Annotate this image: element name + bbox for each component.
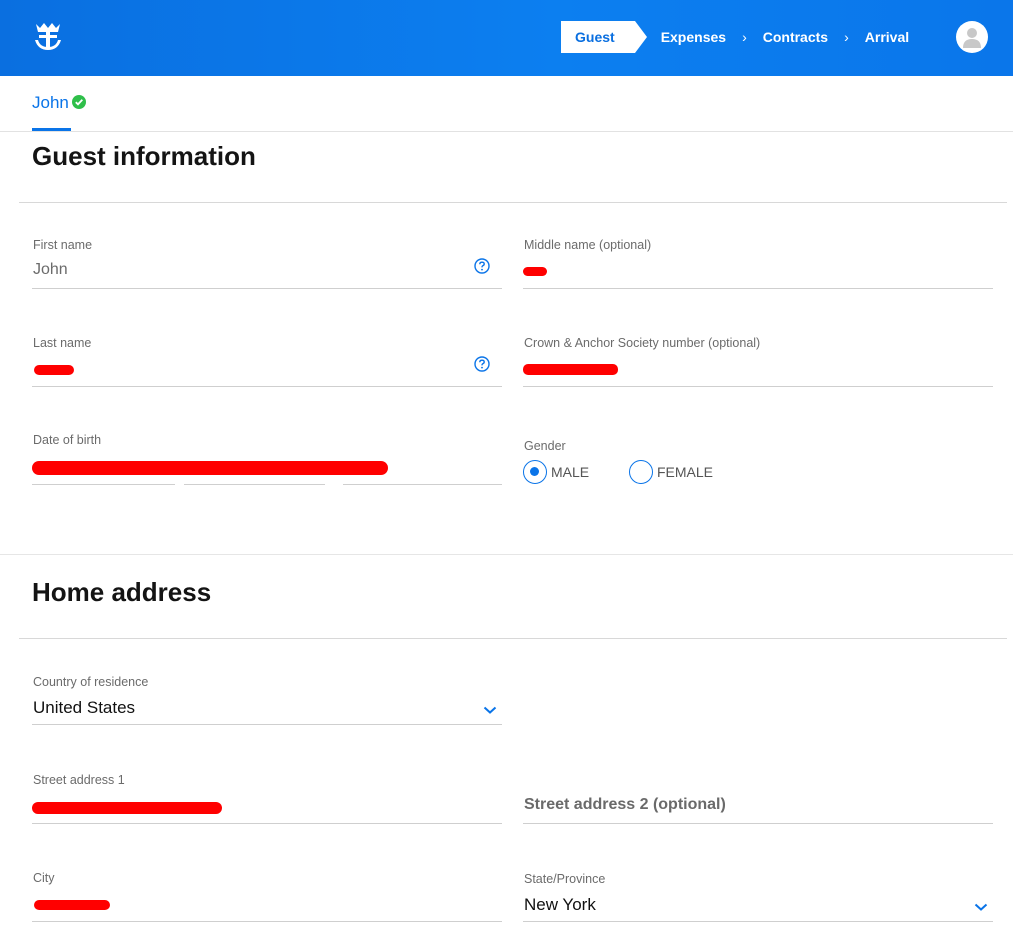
- step-chevron-icon: ›: [742, 29, 747, 45]
- street-address-1-label: Street address 1: [33, 773, 125, 787]
- top-navigation-bar: Guest Expenses › Contracts › Arrival: [0, 0, 1013, 76]
- section-divider: [19, 202, 1007, 203]
- booking-stepper: Guest Expenses › Contracts › Arrival: [561, 21, 909, 53]
- redacted-value: [523, 364, 618, 375]
- gender-female-label: FEMALE: [657, 464, 714, 480]
- date-of-birth-field[interactable]: Date of birth: [32, 433, 502, 486]
- city-label: City: [33, 871, 55, 885]
- radio-unselected-icon[interactable]: [629, 460, 653, 484]
- last-name-label: Last name: [33, 336, 92, 350]
- step-contracts[interactable]: Contracts: [763, 29, 828, 45]
- country-of-residence-select[interactable]: Country of residence United States: [32, 675, 502, 725]
- guest-tab-john[interactable]: John: [32, 93, 86, 131]
- redacted-value: [523, 267, 547, 276]
- user-avatar-icon[interactable]: [956, 21, 988, 53]
- redacted-value: [32, 802, 222, 814]
- crown-anchor-logo-icon[interactable]: [30, 18, 66, 54]
- redacted-value: [32, 461, 388, 475]
- dob-month-underline: [32, 484, 175, 485]
- dob-year-underline: [343, 484, 502, 485]
- dob-day-underline: [184, 484, 325, 485]
- step-guest[interactable]: Guest: [561, 21, 647, 53]
- guest-information-title: Guest information: [32, 141, 256, 171]
- date-of-birth-label: Date of birth: [33, 433, 102, 447]
- gender-male-label: MALE: [551, 464, 590, 480]
- country-label: Country of residence: [33, 675, 149, 689]
- first-name-field[interactable]: First name John: [32, 238, 502, 289]
- city-field[interactable]: City: [32, 871, 502, 922]
- crown-anchor-number-field[interactable]: Crown & Anchor Society number (optional): [523, 336, 993, 387]
- chevron-down-icon[interactable]: [483, 705, 497, 715]
- tab-divider: [0, 131, 1013, 132]
- last-name-field[interactable]: Last name: [32, 336, 502, 387]
- chevron-down-icon[interactable]: [974, 902, 988, 912]
- help-icon[interactable]: [474, 356, 490, 372]
- redacted-value: [34, 900, 110, 910]
- gender-male-radio[interactable]: MALE: [523, 460, 589, 484]
- section-divider: [0, 554, 1013, 555]
- street-address-2-placeholder: Street address 2 (optional): [524, 796, 726, 813]
- first-name-label: First name: [33, 238, 93, 252]
- first-name-value: John: [33, 261, 68, 278]
- state-province-select[interactable]: State/Province New York: [523, 872, 993, 922]
- country-value: United States: [33, 698, 136, 717]
- gender-female-radio[interactable]: FEMALE: [629, 460, 713, 484]
- check-circle-icon: [71, 95, 86, 109]
- state-province-label: State/Province: [524, 872, 606, 886]
- middle-name-label: Middle name (optional): [524, 238, 652, 252]
- guest-tab-label: John: [32, 93, 69, 112]
- middle-name-field[interactable]: Middle name (optional): [523, 238, 993, 289]
- step-chevron-icon: ›: [844, 29, 849, 45]
- section-divider: [19, 638, 1007, 639]
- home-address-title: Home address: [32, 577, 212, 607]
- step-arrival[interactable]: Arrival: [865, 29, 909, 45]
- crown-anchor-label: Crown & Anchor Society number (optional): [524, 336, 761, 350]
- redacted-value: [34, 365, 74, 375]
- street-address-1-field[interactable]: Street address 1: [32, 773, 502, 824]
- help-icon[interactable]: [474, 258, 490, 274]
- gender-label: Gender: [524, 439, 566, 453]
- radio-selected-icon[interactable]: [523, 460, 547, 484]
- state-province-value: New York: [524, 895, 596, 914]
- step-expenses[interactable]: Expenses: [661, 29, 726, 45]
- street-address-2-input[interactable]: Street address 2 (optional): [523, 773, 993, 824]
